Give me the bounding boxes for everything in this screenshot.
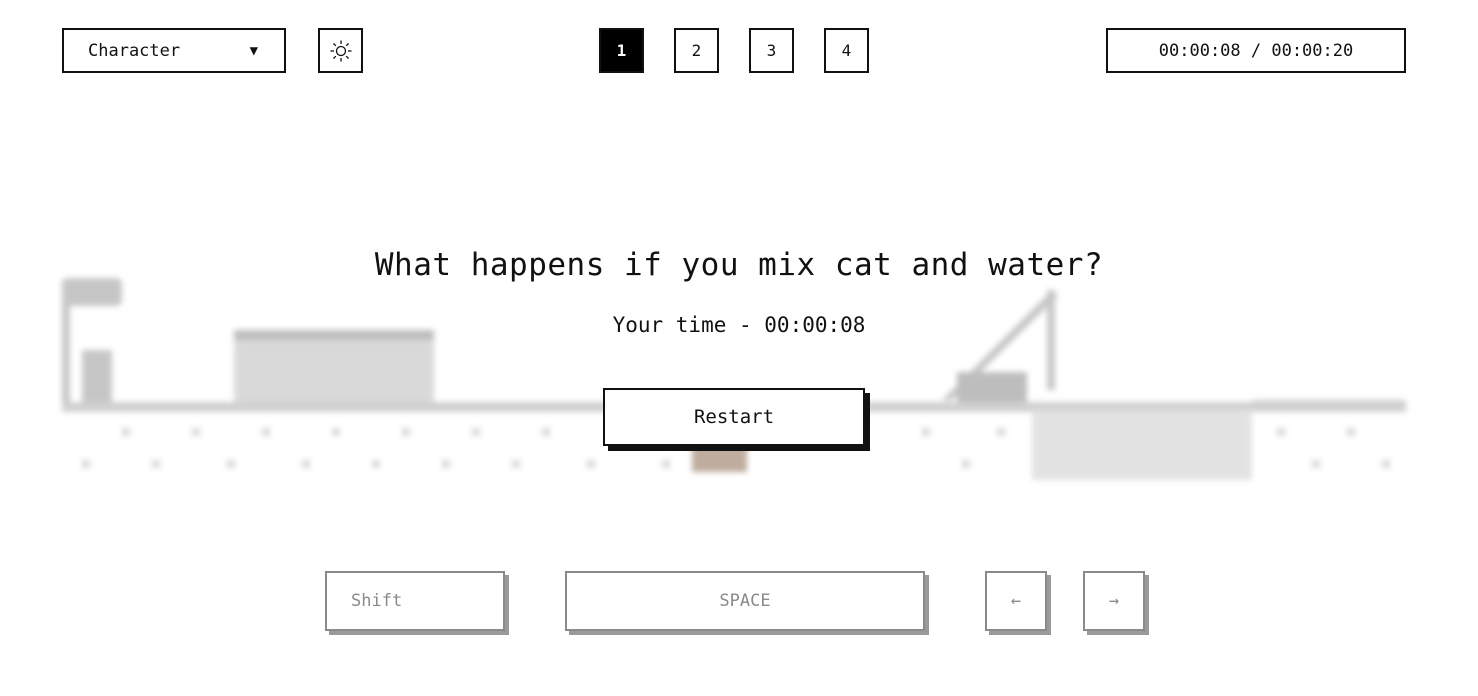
level-2-button[interactable]: 2 <box>674 28 719 73</box>
your-time-text: Your time - 00:00:08 <box>612 313 866 337</box>
shift-key-hint[interactable]: Shift <box>325 571 505 631</box>
right-arrow-key-hint[interactable]: → <box>1083 571 1145 631</box>
level-1-button[interactable]: 1 <box>599 28 644 73</box>
character-dropdown[interactable]: Character ▼ <box>62 28 286 73</box>
level-4-button[interactable]: 4 <box>824 28 869 73</box>
scene-ledge <box>1252 400 1406 410</box>
theme-toggle-button[interactable] <box>318 28 363 73</box>
space-key-hint[interactable]: SPACE <box>565 571 925 631</box>
scene-car <box>957 372 1027 402</box>
scene-platform <box>1032 410 1252 480</box>
scene-crane-cable <box>1047 290 1055 390</box>
left-arrow-key-hint[interactable]: ← <box>985 571 1047 631</box>
restart-button[interactable]: Restart <box>603 388 865 446</box>
game-over-question: What happens if you mix cat and water? <box>374 247 1104 283</box>
game-page: Character ▼ 1 2 3 4 00:00:08 / 00:00:20 <box>0 0 1478 696</box>
scene-bench <box>234 330 434 410</box>
chevron-down-icon: ▼ <box>249 42 258 59</box>
level-3-button[interactable]: 3 <box>749 28 794 73</box>
scene-figure <box>82 350 112 410</box>
game-timer: 00:00:08 / 00:00:20 <box>1106 28 1406 73</box>
character-dropdown-label: Character <box>88 40 181 61</box>
sun-icon <box>330 40 351 61</box>
game-scene-background <box>62 278 1406 480</box>
